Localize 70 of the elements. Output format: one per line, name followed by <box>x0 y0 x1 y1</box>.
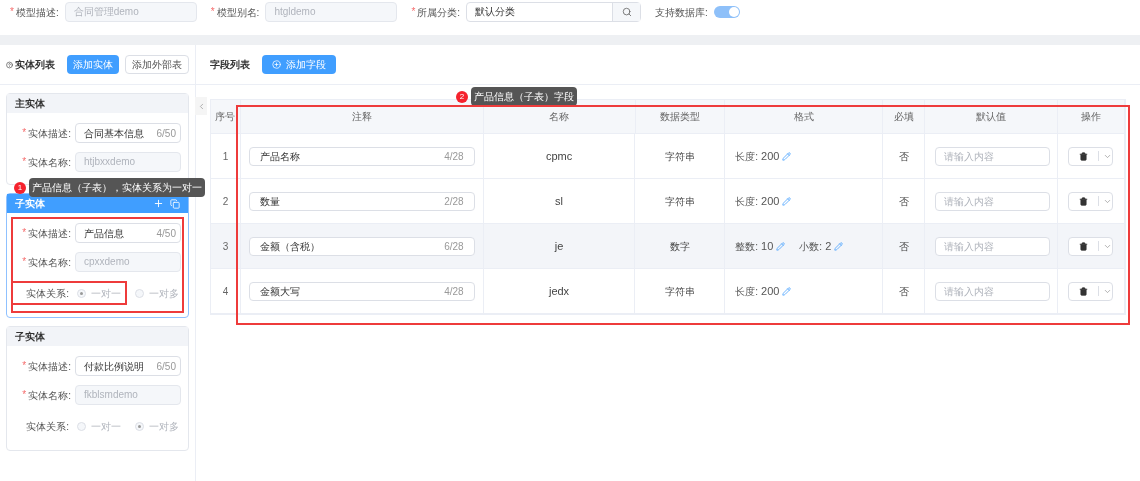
card-title: 子实体 <box>15 197 46 211</box>
required-mark: * <box>22 128 27 138</box>
column-header: 序号 <box>215 110 236 124</box>
table-cell-text: 数字 <box>669 239 690 254</box>
field-label: 实体关系: <box>25 286 70 301</box>
table-cell-text: je <box>554 238 564 254</box>
table-cell-text: jedx <box>548 283 570 299</box>
field-label: 实体名称: <box>28 155 71 170</box>
field-label: 实体描述: <box>28 226 71 241</box>
required-mark: * <box>22 361 27 371</box>
column-header: 操作 <box>1081 110 1102 124</box>
char-counter: 4/28 <box>444 284 464 299</box>
required-mark: * <box>22 228 27 238</box>
char-counter: 6/50 <box>156 359 177 374</box>
table-cell-text: 4 <box>222 284 229 299</box>
char-counter: 2/28 <box>444 194 464 209</box>
table-cell-text: cpmc <box>545 148 573 164</box>
required-mark: * <box>22 390 27 400</box>
required-mark: * <box>22 157 27 167</box>
panel-title: 实体列表 <box>15 58 55 72</box>
table-cell-text: 字符串 <box>664 284 695 299</box>
required-mark: * <box>210 7 215 17</box>
category-value: 默认分类 <box>474 5 517 19</box>
char-counter: 4/50 <box>156 226 177 241</box>
field-label: 所属分类: <box>417 5 461 20</box>
field-label: 实体描述: <box>28 359 71 374</box>
field-label: 模型别名: <box>216 5 260 20</box>
column-header: 默认值 <box>976 110 1007 124</box>
column-header: 注释 <box>351 110 372 124</box>
table-cell-text: 1 <box>222 149 229 164</box>
card-title: 子实体 <box>15 330 46 344</box>
char-counter: 4/28 <box>444 149 464 164</box>
format-label: 长度: <box>735 149 759 164</box>
char-counter: 6/50 <box>156 126 177 141</box>
format-label: 长度: <box>735 194 759 209</box>
format-value: 200 <box>761 283 780 299</box>
table-cell-text: sl <box>555 193 563 209</box>
callout-tooltip: 产品信息（子表），实体关系为一对一 <box>29 178 205 197</box>
table-cell-text: 否 <box>898 194 909 209</box>
char-counter: 6/28 <box>444 239 464 254</box>
format-value: 2 <box>825 238 832 254</box>
table-cell-text: 否 <box>898 149 909 164</box>
required-mark: * <box>22 257 27 267</box>
format-value: 10 <box>761 238 774 254</box>
table-cell-text: 3 <box>222 239 229 254</box>
column-header: 格式 <box>793 110 814 124</box>
format-value: 200 <box>761 193 780 209</box>
column-header: 名称 <box>549 110 570 124</box>
number-badge: 2 <box>456 90 468 103</box>
required-mark: * <box>10 7 14 17</box>
column-header: 数据类型 <box>660 110 700 124</box>
field-label: 实体描述: <box>28 126 71 141</box>
column-header: 必填 <box>893 110 914 124</box>
table-cell-text: 字符串 <box>664 149 695 164</box>
field-label: 模型描述: <box>15 5 59 20</box>
format-label: 长度: <box>735 284 759 299</box>
field-label: 实体名称: <box>28 255 71 270</box>
required-mark: * <box>411 7 416 17</box>
card-title: 主实体 <box>15 97 46 111</box>
table-cell-text: 2 <box>222 194 229 209</box>
table-cell-text: 否 <box>898 239 909 254</box>
panel-title: 字段列表 <box>210 58 250 72</box>
field-label: 实体名称: <box>28 388 71 403</box>
table-cell-text: 字符串 <box>664 194 695 209</box>
table-cell-text: 否 <box>898 284 909 299</box>
format-value: 200 <box>761 148 780 164</box>
format-label: 小数: <box>799 239 823 254</box>
field-label: 支持数据库: <box>655 5 708 20</box>
field-label: 实体关系: <box>25 419 70 434</box>
format-label: 整数: <box>735 239 759 254</box>
